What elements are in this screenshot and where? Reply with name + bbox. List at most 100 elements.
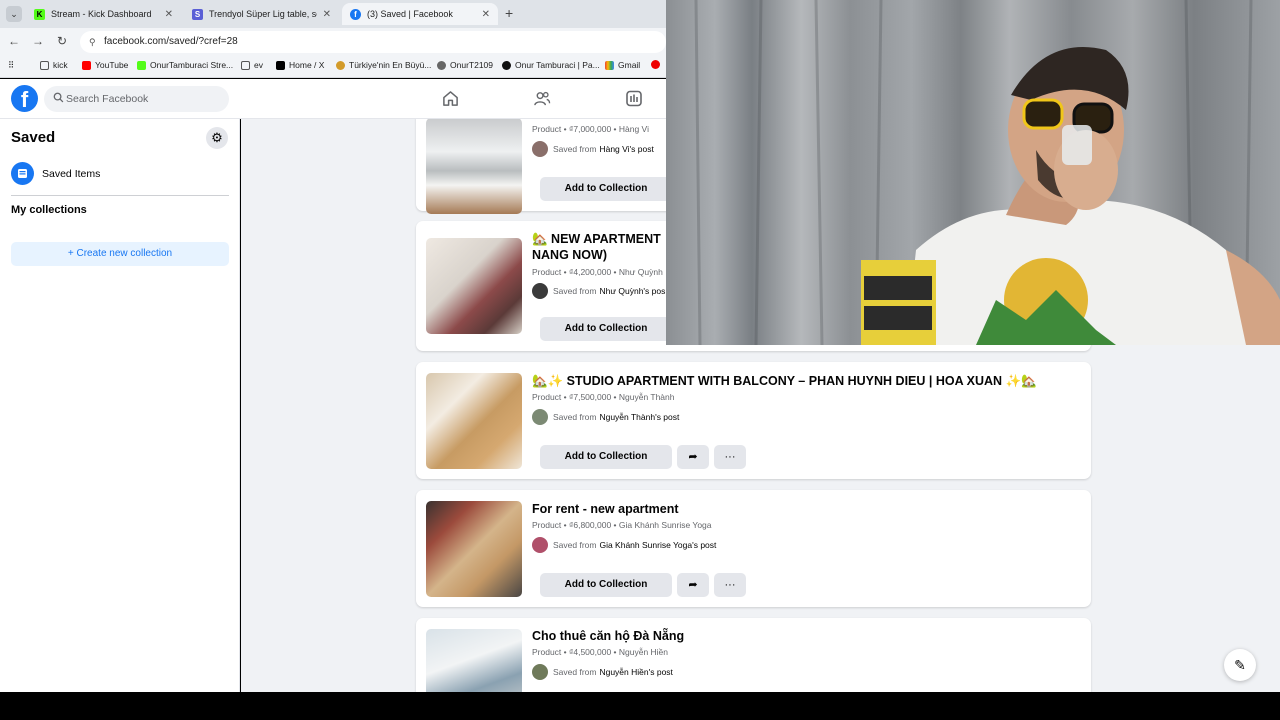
add-to-collection-button[interactable]: Add to Collection [540,317,672,341]
saved-from-line: Saved from Như Quỳnh's pos [532,283,665,299]
share-button[interactable]: ➦ [677,573,709,597]
saved-from-link[interactable]: Như Quỳnh's pos [599,286,665,296]
folder-icon [40,60,49,70]
avatar [532,409,548,425]
sidebar-divider [11,195,229,196]
add-to-collection-button[interactable]: Add to Collection [540,573,672,597]
listing-thumbnail[interactable] [426,119,522,214]
more-options-button[interactable]: ··· [714,573,746,597]
listing-meta: Product • ₫6,800,000 • Gia Khánh Sunrise… [532,520,712,530]
avatar [532,664,548,680]
close-tab-icon[interactable]: ✕ [482,9,490,20]
listing-meta: Product • ₫7,000,000 • Hàng Vi [532,124,649,134]
x-icon [276,60,285,70]
friends-icon[interactable] [533,90,551,107]
webcam-overlay [666,0,1280,345]
bookmark-onurt2109[interactable]: OnurT2109 [437,60,493,70]
kick-favicon-icon: K [34,8,45,20]
create-new-collection-button[interactable]: + Create new collection [11,242,229,266]
folder-icon [241,60,250,70]
search-icon [53,92,64,103]
listing-thumbnail[interactable] [426,238,522,334]
bookmark-x-home[interactable]: Home / X [276,60,324,70]
tab-trendyol[interactable]: S Trendyol Süper Lig table, sched ✕ [184,3,339,25]
sidebar-title: Saved [11,129,56,146]
kick-icon [137,60,146,70]
site-icon [336,60,345,70]
back-icon[interactable]: ← [6,34,22,48]
bookmark-onur-page[interactable]: Onur Tamburaci | Pa... [502,60,600,70]
saved-from-link[interactable]: Gia Khánh Sunrise Yoga's post [599,540,716,550]
bottom-black-bar [0,692,1280,720]
saved-from-link[interactable]: Hàng Vi's post [599,144,653,154]
share-icon: ➦ [688,451,698,463]
search-input[interactable] [66,86,226,112]
tab-search-button[interactable]: ⌄ [6,6,22,22]
compose-icon: ✎ [1234,657,1246,673]
url-field[interactable]: ⚲ facebook.com/saved/?cref=28 [80,31,666,53]
share-icon: ➦ [688,579,698,591]
saved-items-icon [11,162,34,185]
sidebar-item-saved-items[interactable]: Saved Items [11,162,100,185]
saved-from-line: Saved from Nguyễn Thành's post [532,409,679,425]
bookmark-onur-stream[interactable]: OnurTamburaci Stre... [137,60,233,70]
share-button[interactable]: ➦ [677,445,709,469]
site-icon [651,60,660,69]
bookmark-youtube[interactable]: YouTube [82,60,128,70]
search-box[interactable] [44,86,229,112]
saved-sidebar: Saved ⚙ Saved Items My collections + Cre… [0,119,240,692]
trendyol-favicon-icon: S [192,8,203,20]
listing-title[interactable]: 🏡 NEW APARTMENT [532,232,661,247]
bookmark-turkiye[interactable]: Türkiye'nin En Büyü... [336,60,431,70]
reload-icon[interactable]: ↻ [54,34,70,48]
more-options-button[interactable]: ··· [714,445,746,469]
facebook-logo-icon[interactable]: f [11,85,38,112]
my-collections-heading: My collections [11,204,87,216]
avatar [532,283,548,299]
saved-from-line: Saved from Nguyễn Hiền's post [532,664,673,680]
avatar [532,537,548,553]
add-to-collection-button[interactable]: Add to Collection [540,445,672,469]
tab-facebook-saved[interactable]: f (3) Saved | Facebook ✕ [342,3,498,25]
saved-from-link[interactable]: Nguyễn Thành's post [599,412,679,422]
bookmark-kick[interactable]: kick [40,60,68,70]
bookmark-ev[interactable]: ev [241,60,263,70]
youtube-icon [82,60,91,70]
webcam-feed-image [694,0,1280,345]
site-icon [502,60,511,70]
saved-from-line: Saved from Gia Khánh Sunrise Yoga's post [532,537,716,553]
new-tab-icon[interactable]: + [505,5,513,21]
saved-card[interactable]: Cho thuê căn hộ Đà Nẵng Product • ₫4,500… [416,618,1091,692]
gear-icon[interactable]: ⚙ [206,127,228,149]
home-icon[interactable] [442,90,459,107]
apps-icon[interactable]: ⠿ [8,60,14,71]
listing-thumbnail[interactable] [426,629,522,692]
listing-title-line2[interactable]: NANG NOW) [532,248,607,263]
listing-thumbnail[interactable] [426,501,522,597]
saved-from-line: Saved from Hàng Vi's post [532,141,654,157]
dashboard-icon[interactable] [626,90,642,107]
site-icon [437,60,446,70]
listing-meta: Product • ₫4,200,000 • Như Quỳnh [532,267,663,277]
new-message-button[interactable]: ✎ [1224,649,1256,681]
close-tab-icon[interactable]: ✕ [323,9,331,20]
listing-title[interactable]: 🏡✨ STUDIO APARTMENT WITH BALCONY – PHAN … [532,374,1037,389]
gmail-icon [605,60,614,70]
site-info-icon[interactable]: ⚲ [89,31,96,53]
saved-card[interactable]: For rent - new apartment Product • ₫6,80… [416,490,1091,607]
close-tab-icon[interactable]: ✕ [165,9,173,20]
bookmark-gmail[interactable]: Gmail [605,60,640,70]
listing-thumbnail[interactable] [426,373,522,469]
listing-title[interactable]: Cho thuê căn hộ Đà Nẵng [532,629,684,644]
forward-icon[interactable]: → [30,34,46,48]
tab-kick-dashboard[interactable]: K Stream - Kick Dashboard ✕ [26,3,181,25]
bookmark-overflow[interactable] [651,60,664,69]
listing-meta: Product • ₫7,500,000 • Nguyễn Thành [532,392,675,402]
facebook-favicon-icon: f [350,8,361,20]
add-to-collection-button[interactable]: Add to Collection [540,177,672,201]
avatar [532,141,548,157]
listing-title[interactable]: For rent - new apartment [532,502,679,517]
listing-meta: Product • ₫4,500,000 • Nguyễn Hiền [532,647,669,657]
saved-from-link[interactable]: Nguyễn Hiền's post [599,667,672,677]
saved-card[interactable]: 🏡✨ STUDIO APARTMENT WITH BALCONY – PHAN … [416,362,1091,479]
